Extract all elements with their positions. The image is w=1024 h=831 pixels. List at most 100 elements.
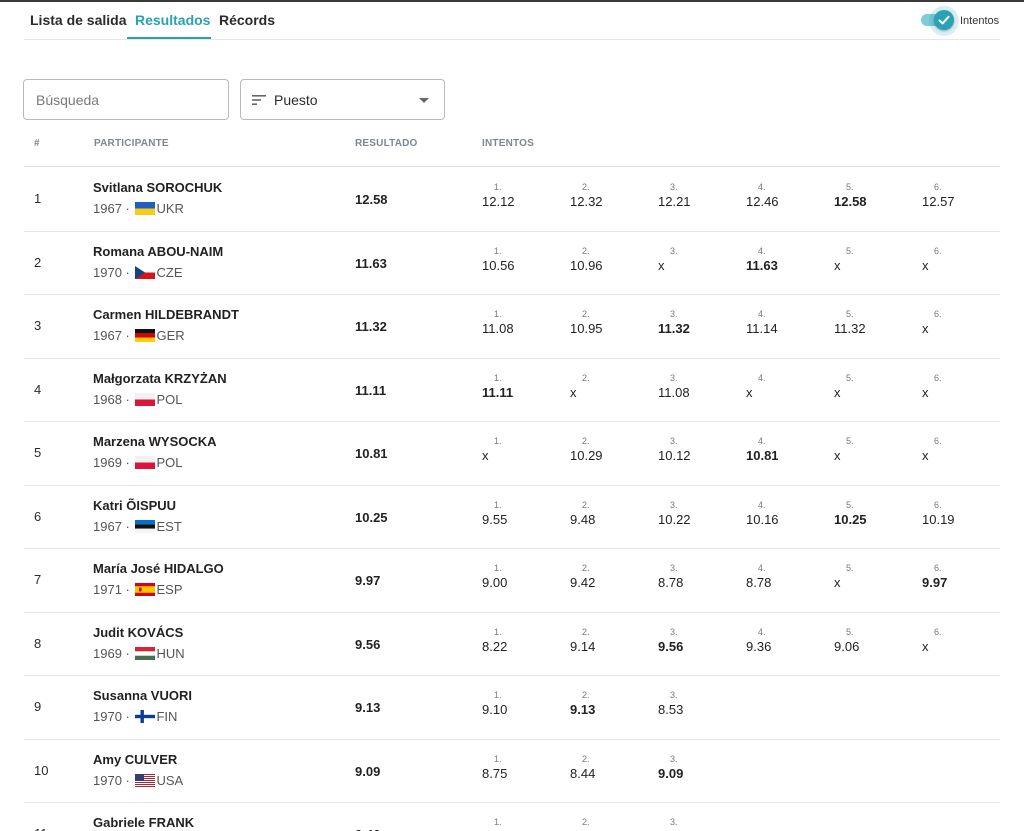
attempt-cell: 2. 8.44 — [570, 754, 630, 781]
attempt-value: 9.10 — [482, 702, 508, 717]
table-row[interactable]: 3 Carmen HILDEBRANDT 1967 · GER 11.32 1. 11.0… — [24, 295, 1000, 359]
column-result[interactable]: RESULTADO — [355, 138, 418, 149]
attempts-toggle[interactable]: Intentos — [914, 6, 1014, 36]
athlete-name[interactable]: Gabriele FRANK — [93, 815, 194, 830]
table-row[interactable]: 7 María José HIDALGO 1971 · ESP 9.97 1. 9.00 2… — [24, 549, 1000, 613]
attempt-cell: 2. — [570, 817, 630, 829]
athlete-name[interactable]: Svitlana SOROCHUK — [93, 180, 222, 195]
flag-usa-icon — [135, 773, 156, 787]
attempt-number: 3. — [670, 309, 678, 319]
attempt-cell: 6. x — [922, 627, 982, 654]
birth-year: 1970 — [93, 772, 122, 788]
attempt-cell: 6. x — [922, 309, 982, 336]
attempt-cell: 2. 10.29 — [570, 436, 630, 463]
attempt-value: 10.22 — [658, 511, 691, 527]
attempt-number: 6. — [934, 499, 942, 510]
toggle-knob[interactable] — [934, 10, 954, 30]
athlete-name[interactable]: Marzena WYSOCKA — [93, 434, 217, 449]
attempt-number: 6. — [934, 626, 942, 637]
final-result: 9.13 — [355, 700, 381, 715]
meta-separator: · — [121, 391, 134, 407]
attempt-value: 10.25 — [834, 511, 867, 527]
attempt-cell: 1. 9.10 — [482, 690, 542, 717]
attempt-cell: 1. 12.12 — [482, 182, 542, 209]
athlete-name[interactable]: Amy CULVER — [93, 752, 177, 767]
table-row[interactable]: 10 Amy CULVER 1970 · USA 9.09 1. 8.75 2. 8.44 3.… — [24, 740, 1000, 803]
attempt-value: 10.12 — [658, 448, 691, 463]
athlete-name[interactable]: Katri ÕISPUU — [93, 498, 176, 513]
row-rank: 10 — [34, 762, 49, 778]
attempt-number: 1. — [494, 563, 502, 573]
attempt-number: 5. — [846, 182, 854, 192]
attempt-value: x — [922, 384, 929, 400]
final-result: 9.97 — [355, 573, 381, 588]
attempt-number: 1. — [494, 182, 502, 192]
table-row[interactable]: 9 Susanna VUORI 1970 · FIN 9.13 1. 9.10 2. 9.13… — [24, 676, 1000, 740]
athlete-name[interactable]: Judit KOVÁCS — [93, 625, 183, 640]
attempt-value: 8.22 — [482, 638, 508, 654]
attempt-cell: 1. — [482, 817, 542, 829]
attempt-number: 1. — [494, 499, 502, 510]
attempt-value: 9.09 — [658, 765, 684, 781]
final-result: 9.46 — [355, 827, 380, 831]
table-row[interactable]: 5 Marzena WYSOCKA 1969 · POL 10.81 1. x 2. 10.2… — [24, 422, 1000, 486]
flag-hun-icon — [135, 646, 156, 660]
attempt-cell: 3. — [658, 817, 718, 829]
athlete-name[interactable]: Susanna VUORI — [93, 688, 192, 703]
attempt-value: 9.48 — [570, 511, 596, 527]
attempt-cell: 2. 12.32 — [570, 182, 630, 209]
attempt-cell: 2. 9.13 — [570, 690, 630, 717]
attempt-number: 5. — [846, 372, 854, 383]
table-row[interactable]: 4 Małgorzata KRZYŻAN 1968 · POL 11.11 1. 11.1… — [24, 359, 1000, 422]
attempt-cell: 1. 11.11 — [482, 373, 542, 400]
attempt-cell: 6. 9.97 — [922, 563, 982, 590]
tab-records[interactable]: Récords — [219, 12, 275, 28]
athlete-name[interactable]: Carmen HILDEBRANDT — [93, 307, 239, 322]
attempt-number: 3. — [670, 436, 678, 446]
attempt-cell: 5. x — [834, 246, 894, 273]
attempt-number: 2. — [582, 245, 590, 256]
column-participant[interactable]: PARTICIPANTE — [94, 138, 169, 149]
meta-separator: · — [121, 264, 134, 280]
athlete-name[interactable]: Romana ABOU-NAIM — [93, 244, 223, 259]
table-row[interactable]: 2 Romana ABOU-NAIM 1970 · CZE 11.63 1. 10.56 2… — [24, 232, 1000, 295]
attempt-value: 9.14 — [570, 638, 596, 654]
attempt-value: 9.97 — [922, 575, 948, 590]
flag-fin-icon — [135, 710, 156, 723]
attempt-number: 3. — [670, 626, 678, 637]
attempt-cell: 3. 8.53 — [658, 690, 718, 717]
attempt-cell: 5. x — [834, 436, 894, 463]
attempt-number: 4. — [758, 182, 766, 192]
row-rank: 5 — [34, 445, 42, 460]
attempt-value: 11.08 — [658, 384, 690, 400]
attempt-value: 9.36 — [746, 638, 772, 654]
row-rank: 6 — [34, 508, 42, 524]
attempt-number: 3. — [670, 499, 678, 510]
attempt-cell: 2. 10.96 — [570, 246, 630, 273]
table-row[interactable]: 1 Svitlana SOROCHUK 1967 · UKR 12.58 1. 12.12… — [24, 168, 1000, 232]
attempt-number: 1. — [494, 753, 502, 764]
sort-select[interactable]: Puesto — [240, 79, 445, 120]
athlete-name[interactable]: María José HIDALGO — [93, 561, 224, 576]
search-field[interactable] — [23, 79, 229, 120]
tab-results[interactable]: Resultados — [135, 12, 210, 28]
table-row[interactable]: 6 Katri ÕISPUU 1967 · EST 10.25 1. 9.55 2. 9.48… — [24, 486, 1000, 549]
athlete-name[interactable]: Małgorzata KRZYŻAN — [93, 371, 227, 386]
attempt-value: 12.32 — [570, 194, 603, 209]
attempt-value: x — [834, 257, 841, 273]
attempt-number: 1. — [494, 626, 502, 637]
search-input[interactable] — [24, 80, 228, 119]
athlete-meta: 1970 · USA — [93, 773, 183, 788]
final-result: 9.56 — [355, 636, 381, 652]
table-row[interactable]: 11 Gabriele FRANK 9.46 1. 2. 3. — [24, 803, 1000, 831]
meta-separator: · — [121, 709, 134, 724]
birth-year: 1969 — [93, 645, 122, 661]
attempt-value: 9.13 — [570, 702, 596, 717]
column-attempts: INTENTOS — [482, 138, 534, 149]
table-row[interactable]: 8 Judit KOVÁCS 1969 · HUN 9.56 1. 8.22 2. 9.14 3… — [24, 613, 1000, 676]
tab-start-list[interactable]: Lista de salida — [30, 12, 126, 28]
active-tab-indicator — [127, 37, 211, 39]
birth-year: 1970 — [93, 264, 122, 280]
attempt-cell: 1. 11.08 — [482, 309, 542, 336]
column-rank[interactable]: # — [34, 138, 40, 149]
